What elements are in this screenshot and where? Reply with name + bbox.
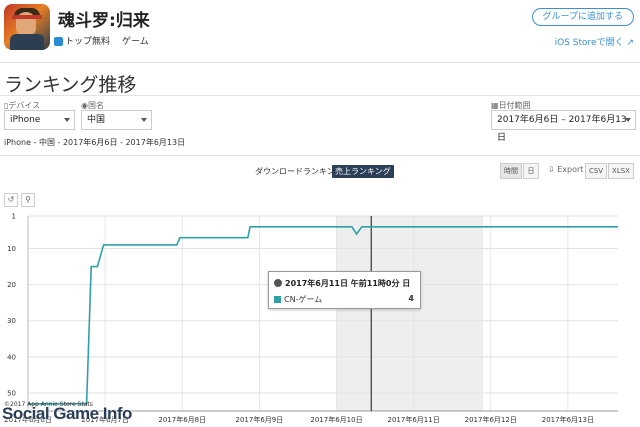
- x-tick-label: 2017年6月10日: [310, 415, 362, 424]
- external-link-icon: ↗: [626, 38, 634, 48]
- tooltip-series-name: CN-ゲーム: [284, 295, 323, 304]
- ranking-chart: 11020304050 2017年6月6日 2017年6月7日 2017年6月8日 2…: [4, 213, 618, 424]
- daily-button[interactable]: 日: [523, 163, 539, 179]
- chevron-down-icon: [625, 118, 631, 122]
- tooltip-date: 2017年6月11日 午前11時0分 日: [274, 278, 410, 289]
- genre-label: ゲーム: [122, 37, 149, 47]
- header-divider: [0, 62, 640, 63]
- globe-icon: [274, 279, 282, 287]
- country-select-value: 中国: [87, 115, 106, 125]
- globe-icon: ◉: [81, 101, 88, 110]
- tab-sales-ranking[interactable]: 売上ランキング: [332, 165, 394, 178]
- app-title: 魂斗罗:归来: [58, 11, 150, 31]
- y-tick-label: 30: [7, 317, 16, 325]
- chart-tooltip: 2017年6月11日 午前11時0分 日 CN-ゲーム 4: [268, 271, 421, 309]
- summary-divider: [0, 155, 640, 156]
- page-title: ランキング推移: [4, 74, 137, 96]
- filter-summary: iPhone - 中国 - 2017年6月6日 - 2017年6月13日: [4, 138, 186, 147]
- add-to-group-button[interactable]: グループに追加する: [531, 8, 634, 26]
- undo-icon[interactable]: ↺: [4, 193, 18, 207]
- y-tick-label: 10: [7, 245, 16, 253]
- date-range-value: 2017年6月6日 – 2017年6月13日: [497, 115, 627, 143]
- download-icon: [54, 37, 63, 46]
- app-icon-headband: [12, 15, 42, 19]
- x-tick-label: 2017年6月8日: [158, 415, 206, 424]
- calendar-icon: ▦: [491, 101, 499, 110]
- x-tick-label: 2017年6月13日: [542, 415, 594, 424]
- y-tick-labels: 1 10 20 30 40 50: [7, 213, 16, 398]
- y-tick-label: 40: [7, 353, 16, 361]
- watermark-logo: Social Game Info: [2, 404, 132, 423]
- csv-button[interactable]: CSV: [585, 163, 607, 179]
- export-label: Export: [557, 165, 584, 174]
- app-icon: [4, 4, 50, 50]
- title-divider: [0, 95, 640, 96]
- weekend-band: [336, 216, 484, 411]
- y-tick-label: 20: [7, 281, 16, 289]
- country-select[interactable]: 中国: [81, 110, 152, 130]
- chevron-down-icon: [141, 118, 147, 122]
- y-tick-label: 1: [12, 213, 16, 221]
- x-tick-label: 2017年6月11日: [388, 415, 440, 424]
- x-tick-label: 2017年6月12日: [465, 415, 517, 424]
- device-select[interactable]: iPhone: [4, 110, 75, 130]
- chevron-down-icon: [64, 118, 70, 122]
- zoom-icon[interactable]: ⚲: [21, 193, 35, 207]
- x-tick-label: 2017年6月9日: [236, 415, 284, 424]
- date-range-select[interactable]: 2017年6月6日 – 2017年6月13日: [491, 110, 636, 143]
- tooltip-series-row: CN-ゲーム 4: [274, 294, 414, 305]
- device-select-value: iPhone: [10, 115, 41, 125]
- y-tick-label: 50: [7, 389, 16, 397]
- xlsx-button[interactable]: XLSX: [608, 163, 634, 179]
- ios-store-link[interactable]: iOS Storeで開く ↗: [555, 35, 634, 48]
- hourly-button[interactable]: 時間: [500, 163, 522, 179]
- category-rank-label: トップ無料: [65, 37, 111, 47]
- tooltip-date-text: 2017年6月11日 午前11時0分 日: [285, 279, 411, 288]
- tooltip-value: 4: [408, 294, 414, 303]
- app-meta: トップ無料 ゲーム: [54, 34, 149, 47]
- series-swatch: [274, 296, 281, 303]
- category-rank: トップ無料: [54, 34, 110, 47]
- export-button[interactable]: ⇩ Export: [548, 165, 583, 174]
- series-line-cn-game[interactable]: [28, 226, 618, 405]
- ios-store-link-label[interactable]: iOS Storeで開く: [555, 38, 624, 48]
- app-icon-body: [10, 34, 44, 50]
- download-icon: ⇩: [548, 165, 555, 174]
